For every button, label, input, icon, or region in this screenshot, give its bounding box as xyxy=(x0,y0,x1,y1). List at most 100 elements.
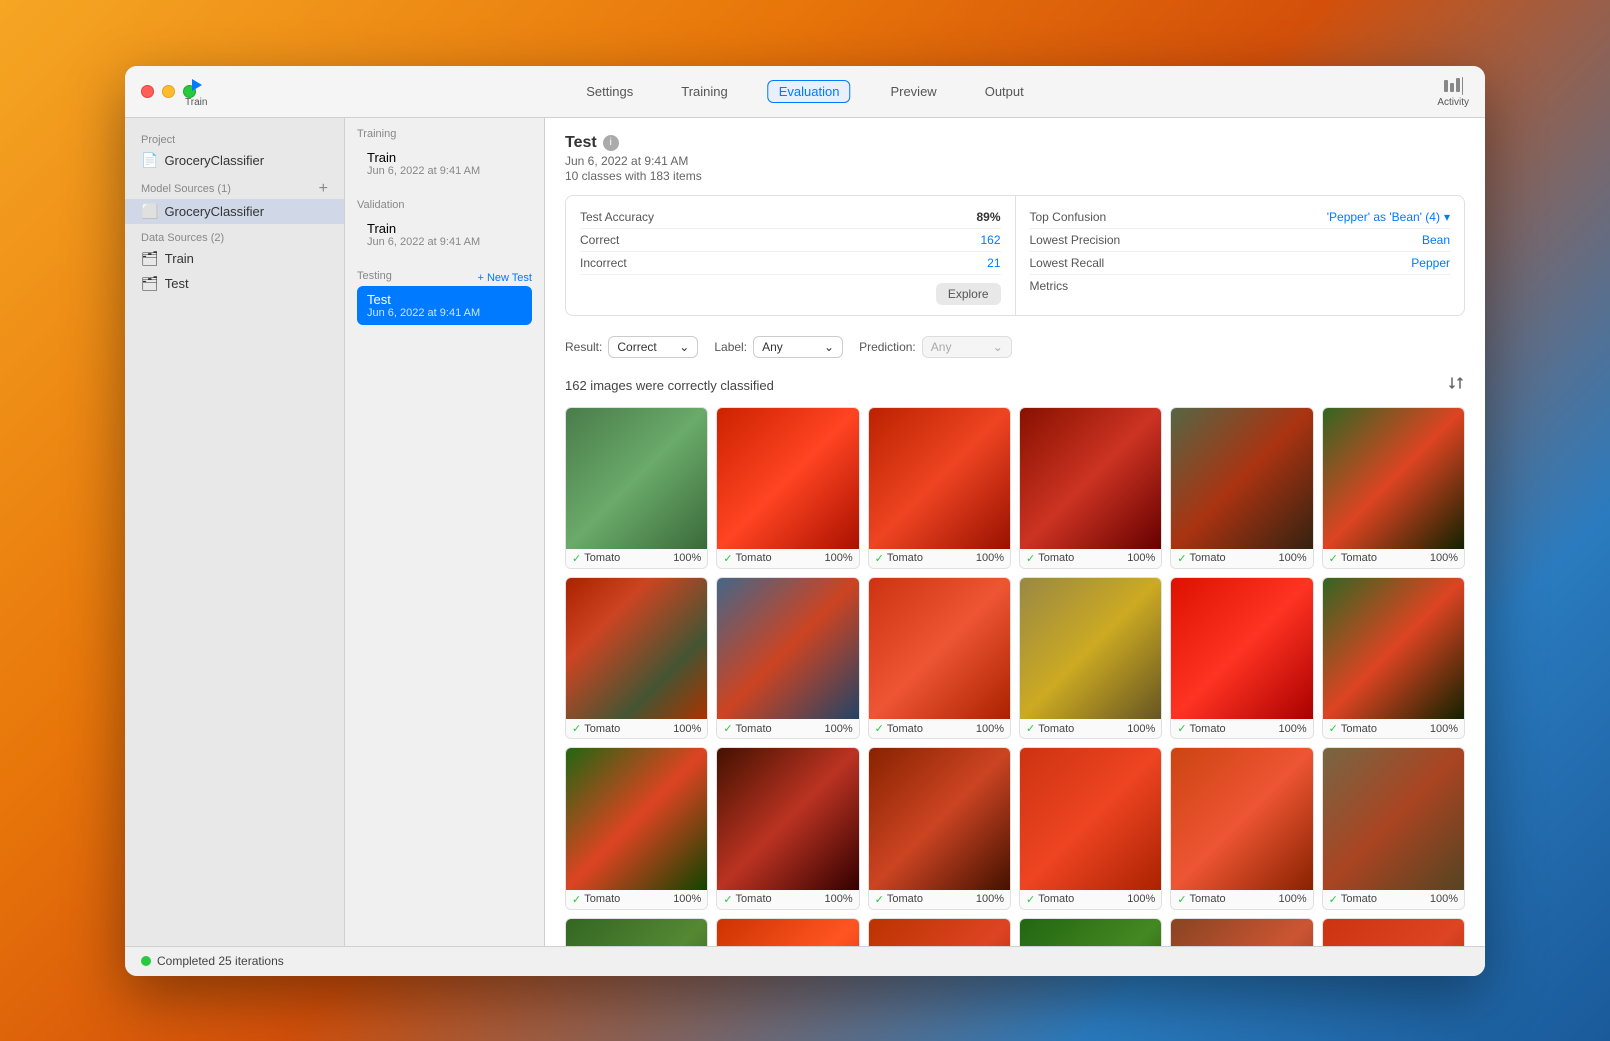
result-filter-group: Result: Correct ⌄ xyxy=(565,336,698,358)
image-card[interactable]: ✓ Tomato 100% xyxy=(868,747,1011,909)
image-label-row: ✓ Tomato 100% xyxy=(1020,719,1161,738)
image-thumbnail xyxy=(566,578,707,719)
check-icon: ✓ xyxy=(875,893,884,906)
image-card[interactable]: ✓ Tomato 100% xyxy=(1322,918,1465,946)
image-card[interactable]: ✓ Tomato 100% xyxy=(716,747,859,909)
status-message: Completed 25 iterations xyxy=(157,954,284,968)
add-model-source-button[interactable]: + xyxy=(319,181,328,197)
image-card[interactable]: ✓ Tomato 100% xyxy=(1170,918,1313,946)
image-card[interactable]: ✓ Tomato 100% xyxy=(1322,407,1465,569)
image-thumbnail xyxy=(1323,748,1464,889)
project-label: Project xyxy=(125,130,344,148)
sidebar-data-test[interactable]: 🗂 Test xyxy=(125,271,344,296)
image-label-left: ✓ Tomato xyxy=(723,722,771,735)
image-label: Tomato xyxy=(1190,893,1226,905)
new-test-button[interactable]: + New Test xyxy=(477,272,532,284)
accuracy-value: 89% xyxy=(976,210,1000,224)
image-pct: 100% xyxy=(1279,723,1307,735)
training-train-item[interactable]: Train Jun 6, 2022 at 9:41 AM xyxy=(357,144,532,183)
image-label-row: ✓ Tomato 100% xyxy=(566,549,707,568)
image-card[interactable]: ✓ Tomato 100% xyxy=(716,407,859,569)
validation-item-subtitle: Jun 6, 2022 at 9:41 AM xyxy=(367,236,522,248)
sort-button[interactable] xyxy=(1447,374,1465,397)
image-label: Tomato xyxy=(1038,723,1074,735)
image-pct: 100% xyxy=(825,723,853,735)
image-card[interactable]: ✓ Tomato 100% xyxy=(1170,747,1313,909)
status-bar: Completed 25 iterations xyxy=(125,946,1485,976)
close-button[interactable] xyxy=(141,85,154,98)
image-label-left: ✓ Tomato xyxy=(572,893,620,906)
image-label: Tomato xyxy=(584,723,620,735)
label-filter-select[interactable]: Any ⌄ xyxy=(753,336,843,358)
correct-value: 162 xyxy=(980,233,1000,247)
image-label-left: ✓ Tomato xyxy=(1026,722,1074,735)
testing-label: Testing xyxy=(357,270,392,282)
validation-label: Validation xyxy=(357,199,532,211)
image-card[interactable]: ✓ Tomato 100% xyxy=(1170,407,1313,569)
metrics-label: Metrics xyxy=(1030,275,1451,293)
label-filter-group: Label: Any ⌄ xyxy=(714,336,843,358)
activity-label: Activity xyxy=(1437,97,1469,108)
image-label-row: ✓ Tomato 100% xyxy=(869,549,1010,568)
image-card[interactable]: ✓ Tomato 100% xyxy=(1019,577,1162,739)
image-card[interactable]: ✓ Tomato 100% xyxy=(1322,747,1465,909)
image-card[interactable]: ✓ Tomato 100% xyxy=(868,407,1011,569)
image-card[interactable]: ✓ Tomato 100% xyxy=(1019,407,1162,569)
image-label-left: ✓ Tomato xyxy=(875,552,923,565)
image-card[interactable]: ✓ Tomato 100% xyxy=(1322,577,1465,739)
check-icon: ✓ xyxy=(875,722,884,735)
image-thumbnail xyxy=(869,408,1010,549)
image-card[interactable]: ✓ Tomato 100% xyxy=(868,918,1011,946)
image-card[interactable]: ✓ Tomato 100% xyxy=(716,918,859,946)
top-confusion-text: 'Pepper' as 'Bean' (4) xyxy=(1327,210,1440,224)
image-label-left: ✓ Tomato xyxy=(1177,893,1225,906)
activity-button[interactable]: Activity xyxy=(1437,75,1469,108)
check-icon: ✓ xyxy=(1026,893,1035,906)
image-thumbnail xyxy=(1171,919,1312,946)
sidebar-data-train[interactable]: 🗂 Train xyxy=(125,246,344,271)
image-thumbnail xyxy=(717,408,858,549)
image-card[interactable]: ✓ Tomato 100% xyxy=(1170,577,1313,739)
test-item-active[interactable]: Test Jun 6, 2022 at 9:41 AM xyxy=(357,286,532,325)
minimize-button[interactable] xyxy=(162,85,175,98)
check-icon: ✓ xyxy=(723,552,732,565)
training-item-title: Train xyxy=(367,150,522,165)
validation-train-item[interactable]: Train Jun 6, 2022 at 9:41 AM xyxy=(357,215,532,254)
sidebar-model-source[interactable]: ⬜ GroceryClassifier xyxy=(125,199,344,224)
image-label-row: ✓ Tomato 100% xyxy=(717,890,858,909)
image-pct: 100% xyxy=(673,893,701,905)
nav-settings[interactable]: Settings xyxy=(578,80,641,103)
project-name: GroceryClassifier xyxy=(164,153,264,168)
label-filter-label: Label: xyxy=(714,340,747,354)
image-card[interactable]: ✓ Tomato 100% xyxy=(1019,918,1162,946)
image-card[interactable]: ✓ Tomato 100% xyxy=(868,577,1011,739)
check-icon: ✓ xyxy=(875,552,884,565)
top-confusion-value: 'Pepper' as 'Bean' (4) ▾ xyxy=(1327,210,1450,224)
image-label-row: ✓ Tomato 100% xyxy=(1323,549,1464,568)
correct-label: Correct xyxy=(580,233,619,247)
image-card[interactable]: ✓ Tomato 100% xyxy=(716,577,859,739)
validation-item-title: Train xyxy=(367,221,522,236)
image-card[interactable]: ✓ Tomato 100% xyxy=(565,747,708,909)
filters-row: Result: Correct ⌄ Label: Any ⌄ Predictio… xyxy=(565,330,1465,364)
nav-output[interactable]: Output xyxy=(977,80,1032,103)
image-card[interactable]: ✓ Tomato 100% xyxy=(565,577,708,739)
label-chevron-icon: ⌄ xyxy=(824,340,834,354)
result-filter-select[interactable]: Correct ⌄ xyxy=(608,336,698,358)
train-button[interactable]: Train xyxy=(185,74,207,108)
nav-preview[interactable]: Preview xyxy=(882,80,944,103)
image-card[interactable]: ✓ Tomato 100% xyxy=(1019,747,1162,909)
data-source-train: Train xyxy=(165,251,194,266)
image-thumbnail xyxy=(1323,578,1464,719)
image-card[interactable]: ✓ Tomato 100% xyxy=(565,407,708,569)
image-card[interactable]: ✓ Tomato 100% xyxy=(565,918,708,946)
nav-evaluation[interactable]: Evaluation xyxy=(768,80,851,103)
prediction-filter-select[interactable]: Any ⌄ xyxy=(922,336,1012,358)
nav-bar: Settings Training Evaluation Preview Out… xyxy=(578,80,1031,103)
sidebar-project-item[interactable]: 📄 GroceryClassifier xyxy=(125,148,344,173)
info-icon[interactable]: i xyxy=(603,135,619,151)
nav-training[interactable]: Training xyxy=(673,80,735,103)
image-label-row: ✓ Tomato 100% xyxy=(869,890,1010,909)
explore-button[interactable]: Explore xyxy=(936,283,1001,305)
main-content: Project 📄 GroceryClassifier Model Source… xyxy=(125,118,1485,946)
